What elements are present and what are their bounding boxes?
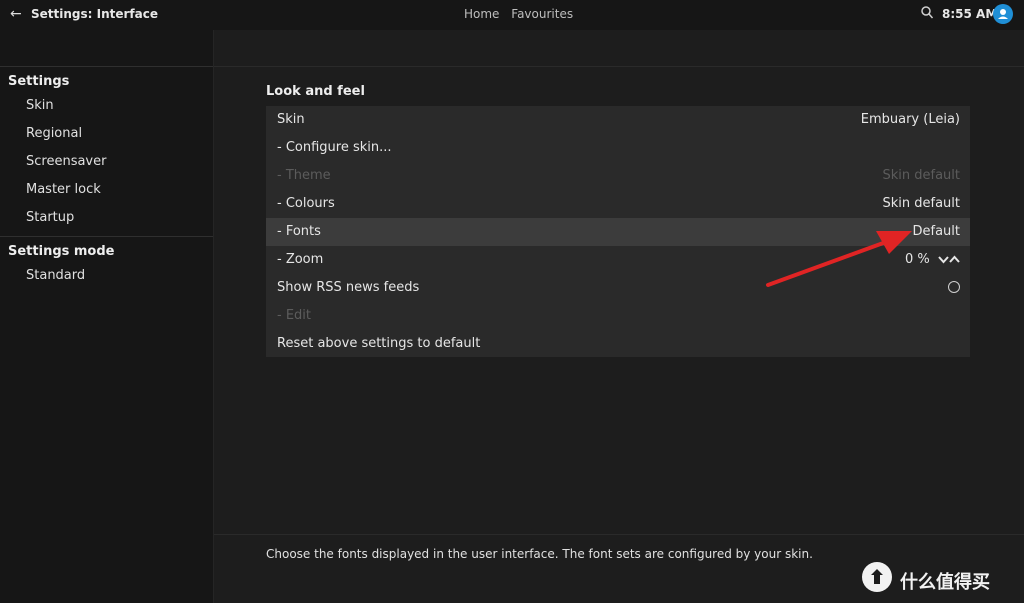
sidebar-item-standard[interactable]: Standard (26, 268, 85, 283)
footer-divider (214, 534, 1024, 535)
radio-toggle[interactable] (948, 281, 960, 293)
back-arrow-icon[interactable]: ← (10, 6, 22, 22)
setting-value: Skin default (882, 168, 960, 183)
setting-label: - Fonts (277, 224, 321, 239)
setting-label: Reset above settings to default (277, 336, 481, 351)
setting-label: - Configure skin... (277, 140, 392, 155)
setting-label: - Zoom (277, 252, 324, 267)
sidebar-divider (0, 236, 213, 237)
sidebar: Settings Skin Regional Screensaver Maste… (0, 30, 214, 603)
sidebar-item-regional[interactable]: Regional (26, 126, 82, 141)
setting-label: - Edit (277, 308, 311, 323)
top-bar: ← Settings: Interface Home Favourites 8:… (0, 0, 1024, 30)
page-title: Settings: Interface (31, 7, 158, 21)
header-divider (214, 66, 1024, 67)
clock: 8:55 AM (942, 7, 998, 21)
setting-value: Embuary (Leia) (860, 112, 960, 127)
nav-home[interactable]: Home (464, 7, 499, 21)
watermark-text: 什么值得买 (900, 572, 990, 593)
setting-label: - Theme (277, 168, 331, 183)
spin-up-down-icon[interactable] (938, 254, 960, 266)
search-icon[interactable] (920, 5, 934, 21)
watermark-logo-icon (862, 562, 892, 592)
setting-row-edit: - Edit (266, 302, 970, 330)
sidebar-item-master-lock[interactable]: Master lock (26, 182, 101, 197)
setting-value: Skin default (882, 196, 960, 211)
setting-row-theme: - Theme Skin default (266, 162, 970, 190)
sidebar-divider (0, 66, 213, 67)
setting-description: Choose the fonts displayed in the user i… (266, 547, 813, 561)
sidebar-item-skin[interactable]: Skin (26, 98, 54, 113)
section-title: Look and feel (266, 84, 365, 99)
user-profile-icon[interactable] (993, 4, 1013, 24)
sidebar-item-screensaver[interactable]: Screensaver (26, 154, 106, 169)
setting-row-skin[interactable]: Skin Embuary (Leia) (266, 106, 970, 134)
sidebar-item-startup[interactable]: Startup (26, 210, 74, 225)
nav-favourites[interactable]: Favourites (511, 7, 573, 21)
setting-row-colours[interactable]: - Colours Skin default (266, 190, 970, 218)
sidebar-section-settings-mode: Settings mode (8, 244, 115, 259)
setting-label: Show RSS news feeds (277, 280, 420, 295)
setting-row-configure-skin[interactable]: - Configure skin... (266, 134, 970, 162)
setting-label: - Colours (277, 196, 335, 211)
setting-label: Skin (277, 112, 305, 127)
setting-row-reset[interactable]: Reset above settings to default (266, 330, 970, 358)
annotation-arrow-icon (766, 231, 912, 287)
top-nav: Home Favourites (464, 7, 581, 21)
sidebar-section-settings: Settings (8, 74, 70, 89)
